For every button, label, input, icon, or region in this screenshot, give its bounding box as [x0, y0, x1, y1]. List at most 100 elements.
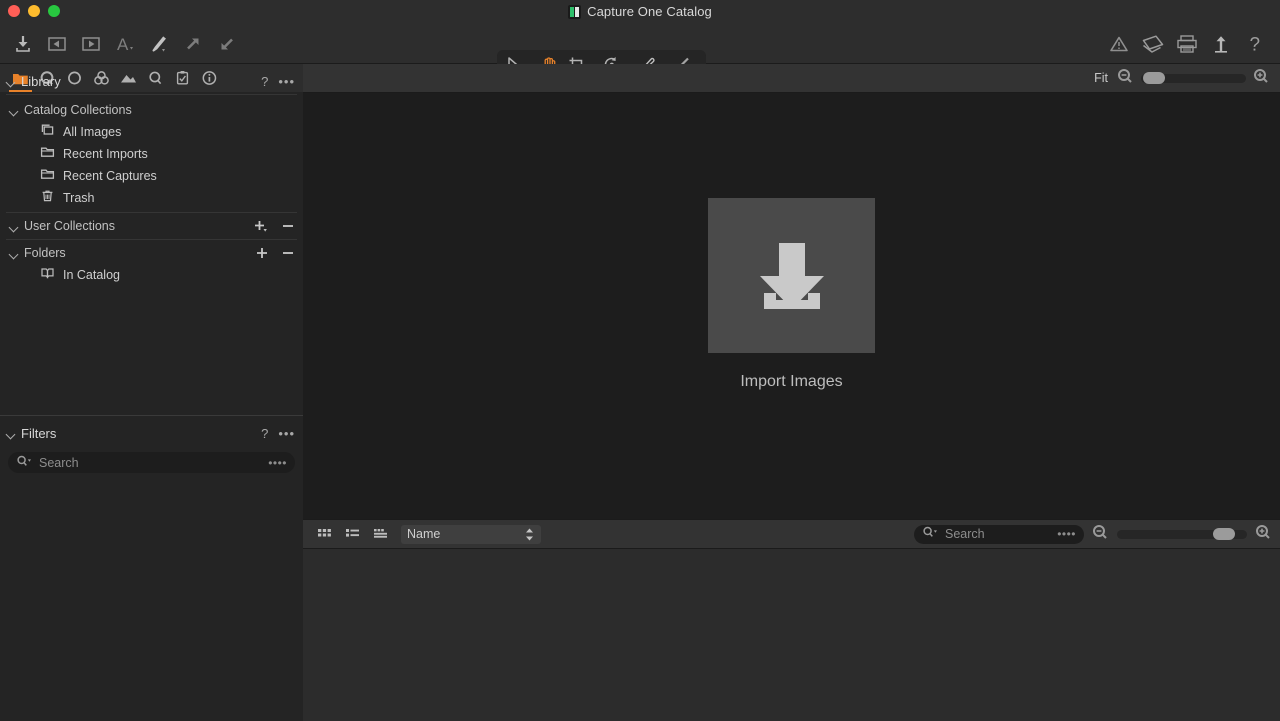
group-catalog-collections[interactable]: Catalog Collections — [0, 99, 303, 121]
capture-one-icon — [568, 5, 581, 19]
arrow-down-left-icon[interactable] — [210, 29, 244, 59]
sidebar-item-label: Trash — [63, 191, 95, 205]
group-user-collections[interactable]: User Collections — [0, 215, 303, 237]
stepper-icon[interactable] — [524, 527, 535, 547]
chevron-down-icon[interactable] — [6, 77, 15, 86]
filters-search-field[interactable]: Search •••• — [8, 452, 295, 473]
sidebar-item-trash[interactable]: Trash — [0, 187, 303, 209]
library-panel-header[interactable]: Library ? ••• — [0, 68, 303, 94]
import-download-icon[interactable] — [708, 198, 875, 353]
export-icon[interactable] — [1204, 29, 1238, 59]
sidebar-item-recent-captures[interactable]: Recent Captures — [0, 165, 303, 187]
library-help-icon[interactable]: ? — [261, 75, 268, 88]
chevron-down-icon[interactable] — [9, 106, 18, 115]
remove-folder-button[interactable] — [281, 246, 295, 260]
import-images-icon[interactable] — [6, 29, 40, 59]
zoom-in-icon[interactable] — [1255, 524, 1272, 545]
zoom-out-icon[interactable] — [1092, 524, 1109, 545]
divider — [6, 239, 297, 240]
thumbnail-size-slider-thumb[interactable] — [1213, 528, 1235, 540]
chevron-down-icon[interactable] — [9, 222, 18, 231]
all-images-icon — [40, 123, 55, 142]
group-label: User Collections — [24, 219, 115, 233]
viewer-zoom-slider[interactable] — [1141, 74, 1246, 83]
trash-icon — [40, 189, 55, 208]
print-icon[interactable] — [1170, 29, 1204, 59]
chevron-down-icon[interactable] — [6, 429, 15, 438]
thumbnail-browser[interactable] — [303, 549, 1280, 721]
library-header-actions: ? ••• — [261, 75, 295, 88]
viewer-zoom-slider-thumb[interactable] — [1143, 72, 1165, 84]
filters-panel-header[interactable]: Filters ? ••• — [0, 420, 303, 446]
sidebar-item-recent-imports[interactable]: Recent Imports — [0, 143, 303, 165]
thumbnail-size-slider[interactable] — [1117, 530, 1247, 539]
filters-help-icon[interactable]: ? — [261, 427, 268, 440]
sidebar-item-label: In Catalog — [63, 268, 120, 282]
title-bar: Capture One Catalog — [0, 0, 1280, 23]
library-title: Library — [21, 74, 61, 89]
viewer-area: Fit — [303, 64, 1280, 721]
add-user-collection-button[interactable] — [253, 219, 269, 233]
grid-view-icon[interactable] — [315, 524, 335, 544]
browser-search-placeholder: Search — [945, 527, 1051, 541]
folders-actions — [255, 246, 295, 260]
svg-text:?: ? — [1250, 34, 1261, 55]
toolbar-right-group: ? — [1102, 23, 1272, 64]
search-icon[interactable] — [922, 525, 939, 543]
add-folder-button[interactable] — [255, 246, 269, 260]
filters-panel: Filters ? ••• Search •••• — [0, 415, 303, 721]
apply-adjustments-icon[interactable] — [74, 29, 108, 59]
sidebar-item-all-images[interactable]: All Images — [0, 121, 303, 143]
import-images-caption: Import Images — [740, 373, 842, 391]
sort-select[interactable]: Name — [401, 525, 541, 544]
filters-search-menu-icon[interactable]: •••• — [268, 456, 287, 470]
browser-search-field[interactable]: Search •••• — [914, 525, 1084, 544]
window-title-group: Capture One Catalog — [0, 0, 1280, 23]
library-menu-icon[interactable]: ••• — [278, 75, 295, 88]
photos-icon[interactable] — [1136, 29, 1170, 59]
folder-outline-icon — [40, 167, 55, 186]
window-title: Capture One Catalog — [587, 4, 712, 19]
list-view-icon[interactable] — [343, 524, 363, 544]
catalog-book-icon — [40, 266, 55, 285]
filters-header-actions: ? ••• — [261, 427, 295, 440]
svg-text:A: A — [117, 35, 129, 54]
filters-title: Filters — [21, 426, 56, 441]
divider — [6, 212, 297, 213]
sidebar-item-label: Recent Imports — [63, 147, 148, 161]
sidebar-item-label: All Images — [63, 125, 121, 139]
chevron-down-icon[interactable] — [9, 249, 18, 258]
filters-menu-icon[interactable]: ••• — [278, 427, 295, 440]
group-label: Catalog Collections — [24, 103, 132, 117]
filmstrip-view-icon[interactable] — [371, 524, 391, 544]
browser-search-menu-icon[interactable]: •••• — [1057, 527, 1076, 541]
search-icon[interactable] — [16, 454, 33, 472]
viewer-top-bar: Fit — [303, 64, 1280, 93]
import-images-placeholder[interactable]: Import Images — [708, 198, 875, 391]
help-icon[interactable]: ? — [1238, 29, 1272, 59]
browser-toolbar-right: Search •••• — [914, 524, 1280, 545]
zoom-in-icon[interactable] — [1253, 68, 1270, 89]
left-tool-panel: Library ? ••• Catalog Collections All Im… — [0, 64, 303, 721]
divider — [6, 94, 297, 95]
remove-user-collection-button[interactable] — [281, 219, 295, 233]
group-label: Folders — [24, 246, 66, 260]
sort-select-value: Name — [407, 527, 440, 541]
browser-view-modes — [303, 524, 391, 544]
browser-toolbar: Name Sea — [303, 519, 1280, 549]
copy-adjustments-icon[interactable] — [40, 29, 74, 59]
filters-search-placeholder: Search — [39, 456, 262, 470]
auto-adjust-icon[interactable]: A — [108, 29, 142, 59]
zoom-out-icon[interactable] — [1117, 68, 1134, 89]
arrow-up-right-icon[interactable] — [176, 29, 210, 59]
warning-icon[interactable] — [1102, 29, 1136, 59]
toolbar-left-group: A — [6, 23, 244, 64]
viewer-canvas: Import Images — [303, 93, 1280, 519]
group-folders[interactable]: Folders — [0, 242, 303, 264]
sidebar-item-label: Recent Captures — [63, 169, 157, 183]
sidebar-item-in-catalog[interactable]: In Catalog — [0, 264, 303, 286]
zoom-fit-label[interactable]: Fit — [1094, 71, 1108, 85]
brush-icon[interactable] — [142, 29, 176, 59]
user-collections-actions — [253, 219, 295, 233]
folder-outline-icon — [40, 145, 55, 164]
